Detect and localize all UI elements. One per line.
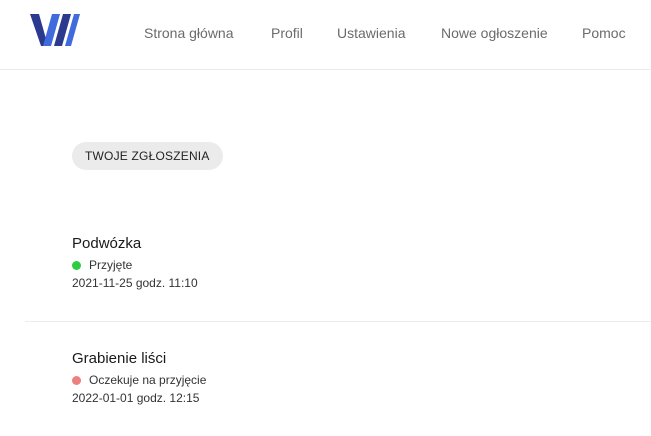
brand-logo[interactable] [30,14,80,46]
top-navbar: Strona główna Profil Ustawienia Nowe ogł… [0,0,651,70]
divider [25,321,651,322]
request-item[interactable]: Grabienie liści Oczekuje na przyjęcie 20… [72,350,632,405]
status-dot-icon [72,375,81,385]
request-title: Grabienie liści [72,350,167,367]
request-status: Przyjęte [72,258,632,272]
section-chip-your-requests: TWOJE ZGŁOSZENIA [72,142,223,170]
nav-item-home[interactable]: Strona główna [144,25,234,41]
nav-item-help[interactable]: Pomoc [582,25,626,41]
request-date: 2022-01-01 godz. 12:15 [72,391,200,405]
request-status: Oczekuje na przyjęcie [72,373,632,387]
nav-item-profile[interactable]: Profil [271,25,303,41]
request-status-label: Oczekuje na przyjęcie [89,373,207,387]
status-dot-icon [72,260,81,270]
w-logo-icon [30,14,80,46]
request-status-label: Przyjęte [89,258,133,272]
nav-item-settings[interactable]: Ustawienia [337,25,405,41]
request-title: Podwózka [72,235,142,252]
request-date: 2021-11-25 godz. 11:10 [72,276,198,290]
nav-item-new-listing[interactable]: Nowe ogłoszenie [441,25,548,41]
request-item[interactable]: Podwózka Przyjęte 2021-11-25 godz. 11:10 [72,235,632,290]
